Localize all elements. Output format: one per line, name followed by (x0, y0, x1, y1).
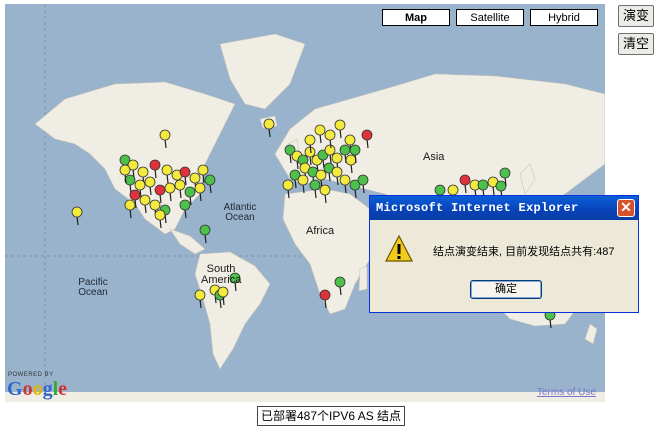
map-marker[interactable] (174, 179, 186, 199)
map-marker[interactable] (149, 159, 161, 179)
map-type-satellite-button[interactable]: Satellite (456, 9, 524, 26)
map-marker[interactable] (71, 206, 83, 226)
map-marker[interactable] (361, 129, 373, 149)
map-marker[interactable] (263, 118, 275, 138)
label-asia: Asia (423, 151, 445, 163)
map-marker[interactable] (124, 199, 136, 219)
map-marker[interactable] (154, 209, 166, 229)
map-marker[interactable] (319, 184, 331, 204)
dialog-title: Microsoft Internet Explorer (376, 201, 579, 215)
map-marker[interactable] (319, 289, 331, 309)
map-marker[interactable] (164, 182, 176, 202)
status-text: 已部署487个IPV6 AS 结点 (257, 406, 406, 426)
label-pacific-ocean: Pacific Ocean (78, 277, 108, 298)
map-marker[interactable] (194, 182, 206, 202)
dialog-ok-button[interactable]: 确定 (470, 280, 542, 299)
label-africa: Africa (306, 225, 335, 237)
warning-icon (385, 234, 413, 262)
map-marker[interactable] (357, 174, 369, 194)
map-marker[interactable] (217, 286, 229, 306)
map-marker[interactable] (161, 164, 173, 184)
map-marker[interactable] (314, 124, 326, 144)
terms-of-use-link[interactable]: Terms of Use (537, 387, 596, 398)
google-logo[interactable]: Google (7, 378, 67, 401)
label-south-america: South America (201, 263, 242, 286)
evolve-button[interactable]: 演变 (618, 5, 654, 27)
map-marker[interactable] (334, 276, 346, 296)
map-marker[interactable] (459, 174, 471, 194)
dialog-titlebar[interactable]: Microsoft Internet Explorer ✕ (370, 196, 638, 220)
dialog-message: 结点演变结束, 目前发现结点共有:487 (433, 246, 615, 258)
map-marker[interactable] (334, 119, 346, 139)
map-marker[interactable] (345, 154, 357, 174)
label-atlantic-ocean: Atlantic Ocean (223, 202, 257, 223)
map-marker[interactable] (282, 179, 294, 199)
map-marker[interactable] (179, 199, 191, 219)
map-type-hybrid-button[interactable]: Hybrid (530, 9, 598, 26)
map-marker[interactable] (194, 289, 206, 309)
map-marker[interactable] (309, 179, 321, 199)
map-marker[interactable] (139, 194, 151, 214)
alert-dialog: Microsoft Internet Explorer ✕ 结点演变结束, 目前… (369, 195, 639, 313)
map-marker[interactable] (297, 174, 309, 194)
clear-button[interactable]: 清空 (618, 33, 654, 55)
dialog-close-button[interactable]: ✕ (617, 199, 635, 217)
map-marker[interactable] (159, 129, 171, 149)
map-marker[interactable] (204, 174, 216, 194)
map-marker[interactable] (339, 174, 351, 194)
map-marker[interactable] (199, 224, 211, 244)
map-type-map-button[interactable]: Map (382, 9, 450, 26)
map-marker[interactable] (144, 176, 156, 196)
